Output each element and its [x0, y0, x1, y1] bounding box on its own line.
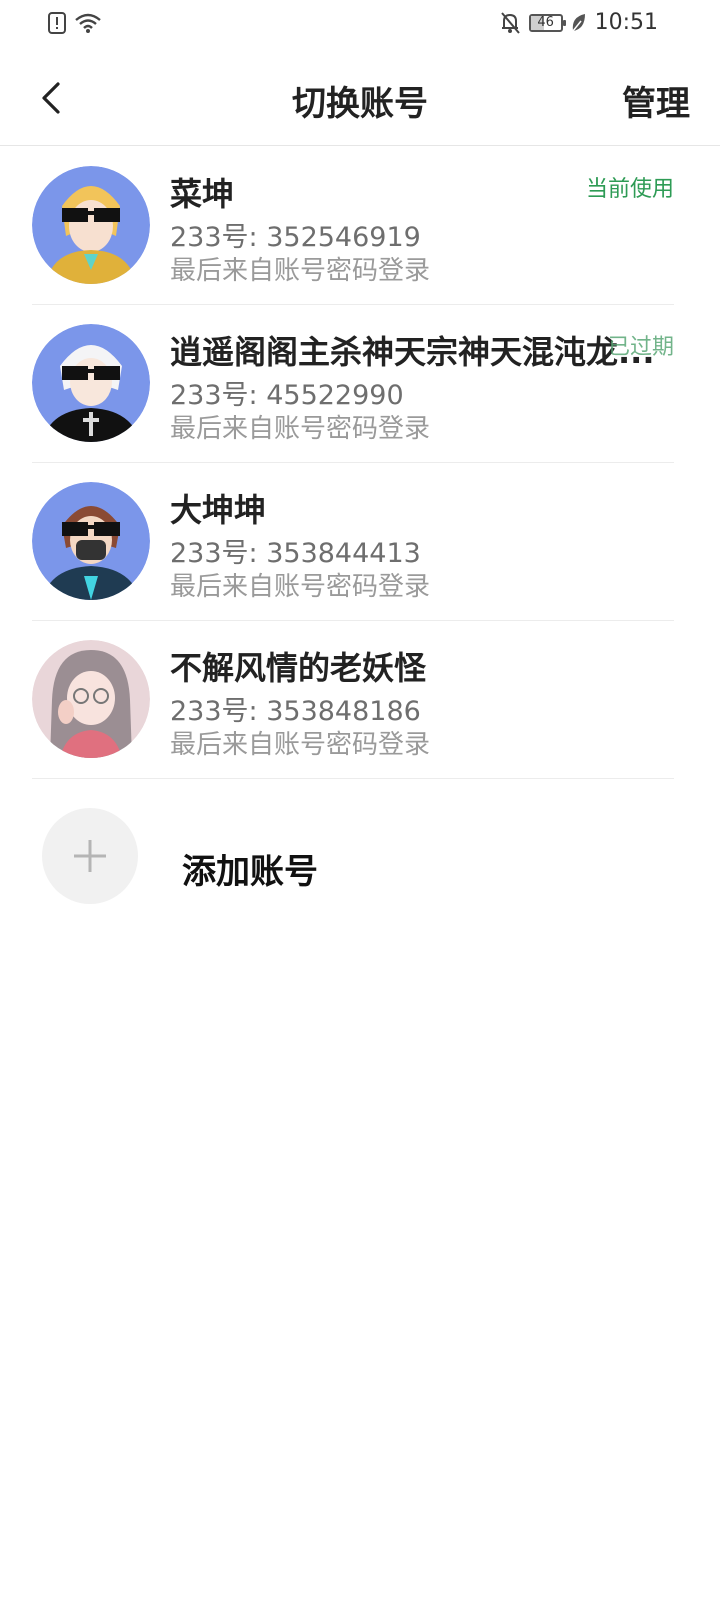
account-row[interactable]: 大坤坤 233号: 353844413 最后来自账号密码登录: [32, 463, 674, 621]
top-app-bar: 切换账号 管理: [0, 50, 720, 146]
leaf-icon: [572, 13, 585, 31]
avatar: [32, 482, 150, 600]
wifi-icon: [75, 13, 101, 33]
status-badge: 当前使用: [585, 177, 674, 202]
account-id: 233号: 45522990: [170, 380, 404, 411]
clock: 10:51: [594, 10, 658, 35]
battery-icon: 46: [528, 13, 566, 32]
account-id: 233号: 352546919: [170, 222, 421, 253]
page-title: 切换账号: [292, 84, 428, 124]
add-account-label: 添加账号: [182, 852, 318, 892]
battery-level: 46: [537, 15, 554, 30]
alert-icon: [48, 12, 66, 34]
add-account-button[interactable]: 添加账号: [42, 808, 642, 906]
account-row[interactable]: 不解风情的老妖怪 233号: 353848186 最后来自账号密码登录: [32, 621, 674, 779]
manage-button[interactable]: 管理: [622, 76, 690, 125]
account-login-method: 最后来自账号密码登录: [170, 572, 431, 602]
account-row[interactable]: 菜坤 233号: 352546919 最后来自账号密码登录 当前使用: [32, 147, 674, 305]
account-name: 不解风情的老妖怪: [170, 649, 427, 687]
status-bar-left: [48, 12, 102, 34]
account-name: 大坤坤: [170, 491, 267, 529]
bell-off-icon: [500, 11, 520, 34]
status-bar-right: 46 10:51: [499, 10, 658, 35]
account-id: 233号: 353848186: [170, 696, 421, 727]
avatar: [32, 166, 150, 284]
status-badge: 已过期: [607, 335, 674, 360]
account-login-method: 最后来自账号密码登录: [170, 730, 431, 760]
plus-icon: [42, 808, 138, 904]
account-login-method: 最后来自账号密码登录: [170, 414, 431, 444]
account-login-method: 最后来自账号密码登录: [170, 256, 431, 286]
status-bar: 46 10:51: [0, 0, 720, 50]
account-id: 233号: 353844413: [170, 538, 421, 569]
account-list: 菜坤 233号: 352546919 最后来自账号密码登录 当前使用 逍遥阁阁主…: [32, 147, 674, 779]
avatar: [32, 640, 150, 758]
account-name: 逍遥阁阁主杀神天宗神天混沌龙...: [170, 333, 655, 371]
account-row[interactable]: 逍遥阁阁主杀神天宗神天混沌龙... 233号: 45522990 最后来自账号密…: [32, 305, 674, 463]
avatar: [32, 324, 150, 442]
